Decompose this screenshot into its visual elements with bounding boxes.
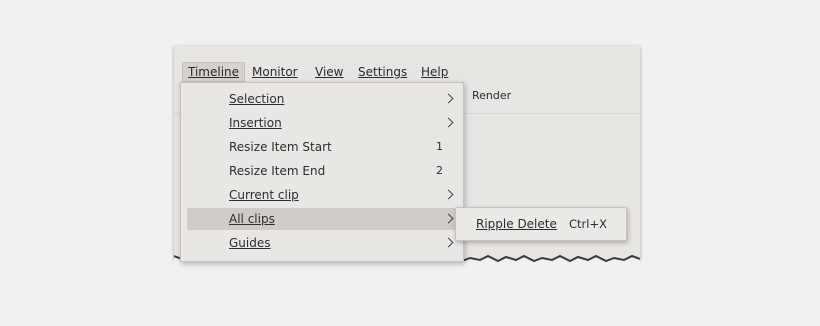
menu-item-ripple-delete[interactable]: Ripple Delete Ctrl+X [456,213,626,235]
shortcut-label: 1 [436,140,443,153]
chevron-right-icon [443,237,454,248]
menu-item-all-clips[interactable]: All clips [187,208,457,230]
all-clips-submenu: Ripple Delete Ctrl+X [455,207,627,241]
menu-item-resize-item-end[interactable]: Resize Item End 2 [187,160,457,182]
menu-item-resize-item-start[interactable]: Resize Item Start 1 [187,136,457,158]
timeline-dropdown-menu: Selection Insertion Resize Item Start 1 … [180,82,464,262]
chevron-right-icon [443,213,454,224]
menu-timeline[interactable]: Timeline [182,62,246,82]
menu-settings[interactable]: Settings [353,63,412,81]
menu-item-guides[interactable]: Guides [187,232,457,254]
shortcut-label: 2 [436,164,443,177]
menu-monitor[interactable]: Monitor [247,63,303,81]
menu-help[interactable]: Help [416,63,453,81]
menu-view[interactable]: View [310,63,348,81]
menu-item-current-clip[interactable]: Current clip [187,184,457,206]
chevron-right-icon [443,117,454,128]
render-button[interactable]: Render [456,86,511,106]
chevron-right-icon [443,93,454,104]
shortcut-label: Ctrl+X [569,217,607,231]
menubar: Timeline Monitor View Settings Help [174,60,640,84]
menu-item-selection[interactable]: Selection [187,88,457,110]
menu-item-insertion[interactable]: Insertion [187,112,457,134]
chevron-right-icon [443,189,454,200]
